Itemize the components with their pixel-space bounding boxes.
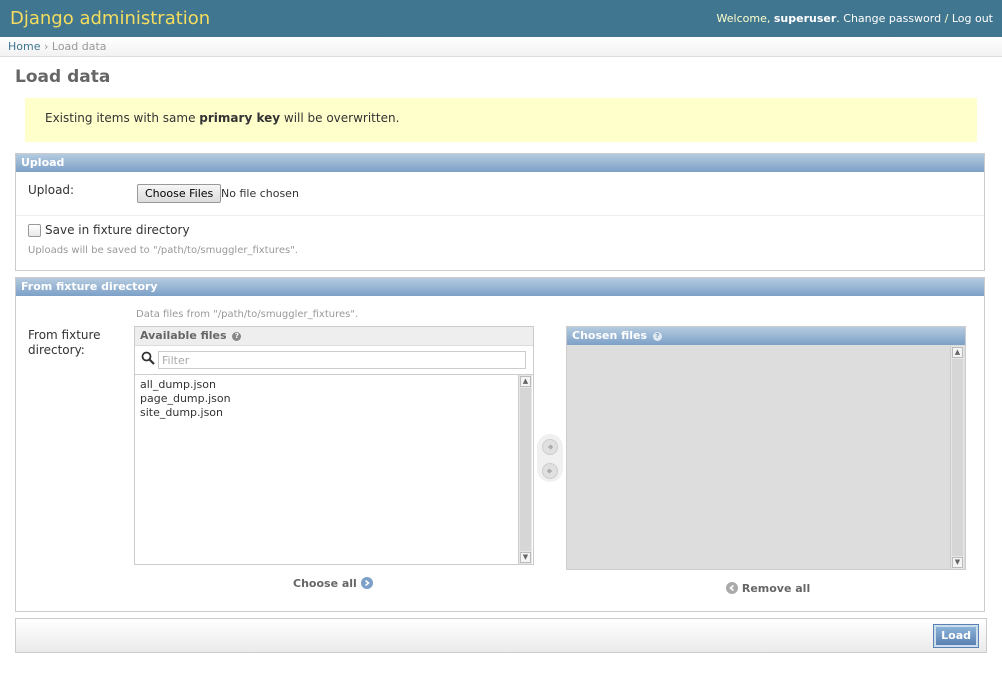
notice-text-after: will be overwritten.	[280, 111, 400, 125]
chosen-files-title: Chosen files	[572, 329, 648, 342]
save-in-fixture-label[interactable]: Save in fixture directory	[45, 223, 190, 237]
page-title: Load data	[15, 67, 111, 87]
fixture-help-text: Data files from "/path/to/smuggler_fixtu…	[136, 309, 359, 320]
arrow-left-circle-icon	[726, 582, 738, 594]
available-files-heading: Available files ?	[135, 327, 533, 346]
add-selected-button[interactable]	[542, 439, 558, 455]
choose-files-button[interactable]: Choose Files	[137, 184, 222, 203]
load-button[interactable]: Load	[933, 624, 979, 648]
upload-fieldset: Upload Upload: Choose Files No file chos…	[15, 153, 985, 271]
user-tools-separator: /	[944, 12, 949, 25]
remove-all-label: Remove all	[741, 582, 811, 595]
breadcrumb-current: Load data	[51, 40, 107, 53]
submit-row: Load	[15, 618, 987, 653]
upload-label: Upload:	[28, 183, 75, 197]
scroll-down-arrow-icon[interactable]: ▼	[520, 552, 531, 563]
search-icon	[141, 351, 155, 365]
list-item[interactable]: site_dump.json	[135, 406, 517, 420]
header: Django administration Welcome, superuser…	[0, 0, 1002, 37]
chosen-files-selector: Chosen files ? ▲ ▼	[566, 326, 966, 570]
upload-help-text: Uploads will be saved to "/path/to/smugg…	[28, 245, 298, 256]
upload-divider	[16, 215, 984, 216]
choose-all-label: Choose all	[293, 577, 357, 590]
chosen-files-list[interactable]	[567, 346, 949, 569]
available-files-selector: Available files ? all_dump.json page_dum…	[134, 326, 534, 565]
welcome-text: Welcome,	[716, 12, 771, 25]
remove-selected-button[interactable]	[542, 463, 558, 479]
change-password-link[interactable]: Change password	[843, 12, 941, 25]
warning-notice: Existing items with same primary key wil…	[25, 98, 977, 142]
help-icon[interactable]: ?	[652, 332, 662, 341]
site-title[interactable]: Django administration	[10, 8, 210, 29]
scrollbar-track[interactable]	[520, 388, 531, 551]
fixture-label-line2: directory:	[28, 343, 85, 357]
available-files-list[interactable]: all_dump.json page_dump.json site_dump.j…	[135, 375, 517, 563]
available-files-title: Available files	[140, 329, 227, 342]
file-status-text: No file chosen	[221, 187, 299, 200]
upload-heading: Upload	[16, 154, 984, 172]
fixture-heading: From fixture directory	[16, 278, 984, 296]
remove-all-button[interactable]: Remove all	[726, 582, 810, 595]
help-icon[interactable]: ?	[232, 332, 242, 341]
scroll-up-arrow-icon[interactable]: ▲	[520, 376, 531, 387]
scrollbar-track[interactable]	[952, 359, 963, 556]
notice-text: Existing items with same primary key wil…	[45, 111, 399, 125]
available-list-scrollbar[interactable]: ▲ ▼	[518, 375, 532, 564]
notice-text-before: Existing items with same	[45, 111, 200, 125]
arrow-left-icon	[546, 468, 552, 474]
chosen-files-heading: Chosen files ?	[567, 327, 965, 345]
scroll-up-arrow-icon[interactable]: ▲	[952, 347, 963, 358]
filter-row	[135, 346, 533, 375]
notice-text-bold: primary key	[199, 111, 281, 125]
user-tools: Welcome, superuser. Change password / Lo…	[716, 12, 993, 25]
breadcrumb-home-link[interactable]: Home	[8, 40, 40, 53]
scroll-down-arrow-icon[interactable]: ▼	[952, 557, 963, 568]
save-in-fixture-checkbox[interactable]	[28, 224, 41, 237]
breadcrumb: Home › Load data	[0, 37, 1002, 57]
fixture-label: From fixture directory:	[28, 328, 101, 358]
list-item[interactable]: page_dump.json	[135, 392, 517, 406]
list-item[interactable]: all_dump.json	[135, 378, 517, 392]
arrow-right-circle-icon	[360, 577, 373, 589]
choose-all-button[interactable]: Choose all	[293, 577, 373, 590]
breadcrumb-separator: ›	[43, 40, 49, 53]
username: superuser	[773, 12, 837, 25]
arrow-right-icon	[548, 444, 554, 450]
logout-link[interactable]: Log out	[952, 12, 993, 25]
filter-input[interactable]	[158, 351, 526, 369]
chosen-list-scrollbar[interactable]: ▲ ▼	[950, 346, 964, 569]
fixture-label-line1: From fixture	[28, 328, 101, 342]
fixture-fieldset: From fixture directory Data files from "…	[15, 277, 985, 612]
